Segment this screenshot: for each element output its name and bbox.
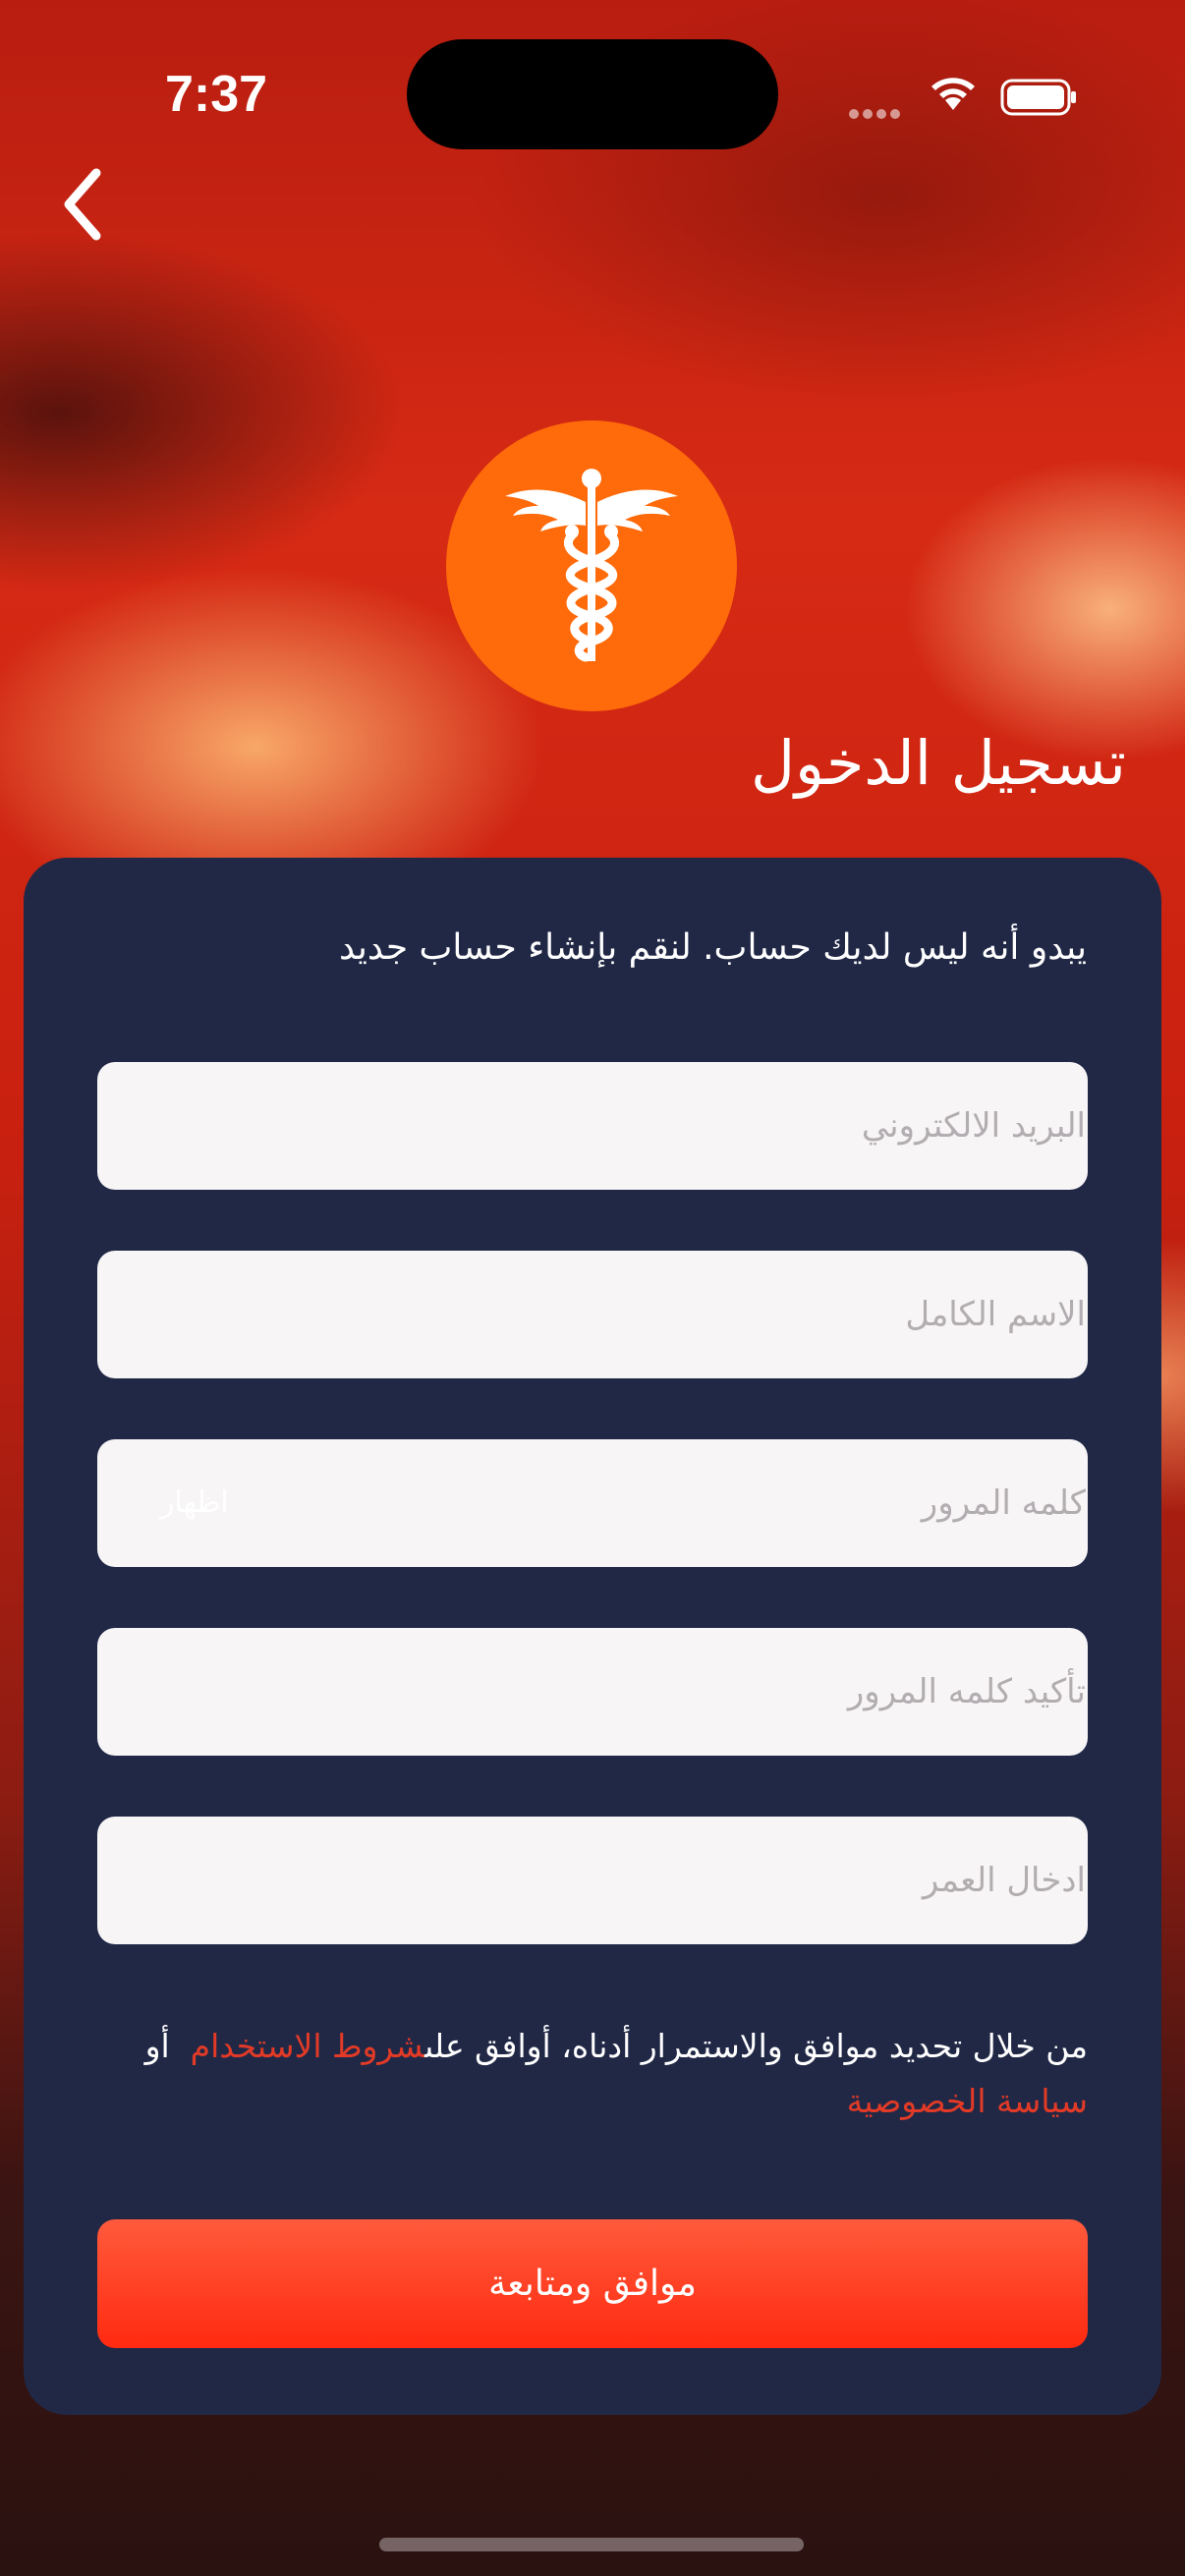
chevron-left-icon [64, 168, 101, 241]
agree-continue-button[interactable]: موافق ومتابعة [97, 2219, 1088, 2348]
caduceus-logo [446, 420, 737, 711]
terms-of-use-link[interactable]: شروط الاستخدام [191, 2027, 424, 2065]
age-field[interactable]: ادخال العمر [97, 1817, 1088, 1944]
confirm-password-placeholder: تأكيد كلمه المرور [847, 1672, 1086, 1711]
status-bar: 7:37 [0, 0, 1185, 187]
battery-icon [1000, 79, 1079, 120]
page-title: تسجيل الدخول [750, 727, 1126, 799]
status-time: 7:37 [165, 66, 268, 123]
back-button[interactable] [57, 165, 116, 244]
password-placeholder: كلمه المرور [921, 1484, 1086, 1523]
wifi-icon [926, 73, 981, 116]
email-placeholder: البريد الالكتروني [861, 1106, 1086, 1146]
confirm-password-field[interactable]: تأكيد كلمه المرور [97, 1628, 1088, 1756]
full-name-field[interactable]: الاسم الكامل [97, 1251, 1088, 1378]
privacy-policy-link[interactable]: سياسة الخصوصية [847, 2082, 1088, 2120]
caduceus-icon [505, 469, 678, 662]
terms-prefix: من خلال تحديد موافق والاستمرار أدناه، أو… [424, 2027, 1088, 2065]
subtitle: يبدو أنه ليس لديك حساب. لنقم بإنشاء حساب… [339, 927, 1087, 968]
terms-text: من خلال تحديد موافق والاستمرار أدناه، أو… [97, 2019, 1088, 2129]
email-field[interactable]: البريد الالكتروني [97, 1062, 1088, 1190]
terms-or: أو [144, 2027, 170, 2065]
age-placeholder: ادخال العمر [922, 1861, 1086, 1900]
password-field[interactable]: كلمه المرور اظهار [97, 1439, 1088, 1567]
show-password-toggle[interactable]: اظهار [160, 1439, 229, 1567]
signal-icon [849, 104, 904, 123]
dynamic-island [407, 39, 778, 149]
home-indicator [379, 2538, 804, 2551]
full-name-placeholder: الاسم الكامل [905, 1295, 1086, 1334]
